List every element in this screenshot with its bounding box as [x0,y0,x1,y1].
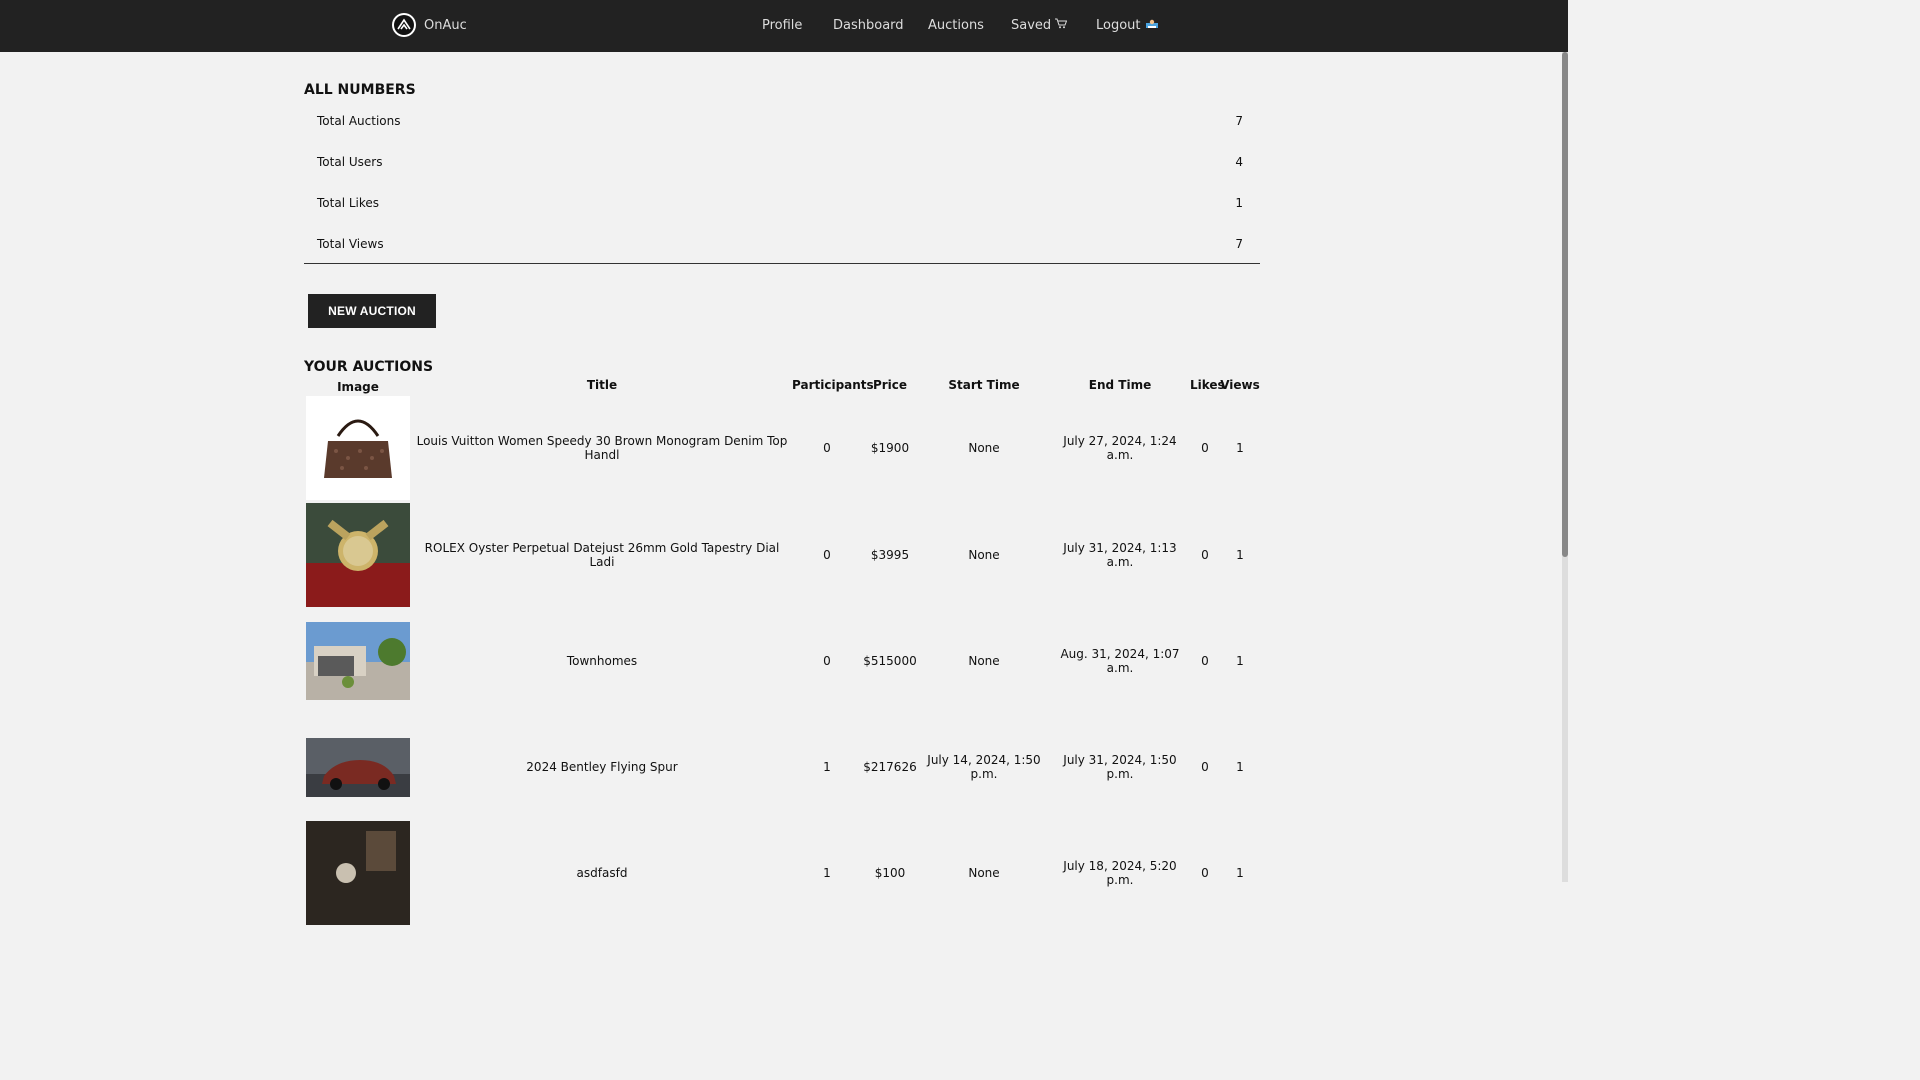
auction-end-time: July 27, 2024, 1:24 a.m. [1063,434,1177,462]
logout-icon [1145,18,1159,33]
auction-likes: 0 [1201,441,1209,455]
auction-views: 1 [1236,548,1244,562]
table-row[interactable]: 2024 Bentley Flying Spur 1 $217626 July … [304,714,1260,820]
page-scrollbar-thumb[interactable] [1562,52,1568,557]
auction-views: 1 [1236,441,1244,455]
header-participants: Participants [792,378,874,392]
auction-likes: 0 [1201,760,1209,774]
auction-price: $515000 [863,654,917,668]
auction-end-time: Aug. 31, 2024, 1:07 a.m. [1060,647,1180,675]
auctions-table: Image Title Participants Price Start Tim… [304,378,1260,926]
auction-views: 1 [1236,654,1244,668]
brand-link[interactable]: OnAuc [392,13,467,37]
auction-start-time: July 14, 2024, 1:50 p.m. [927,753,1041,781]
cart-icon [1055,18,1068,33]
auction-start-time: None [968,441,1000,455]
auction-start-time: None [968,866,1000,880]
navbar: OnAuc Profile Dashboard Auctions Saved L… [0,0,1568,52]
header-likes: Likes [1190,378,1225,392]
auction-title[interactable]: Townhomes [412,654,792,668]
nav-auctions[interactable]: Auctions [928,18,984,33]
auction-thumbnail[interactable] [306,622,410,700]
auction-views: 1 [1236,866,1244,880]
table-row[interactable]: Townhomes 0 $515000 None Aug. 31, 2024, … [304,608,1260,714]
table-row[interactable]: asdfasfd 1 $100 None July 18, 2024, 5:20… [304,820,1260,926]
auction-likes: 0 [1201,866,1209,880]
table-row[interactable]: Louis Vuitton Women Speedy 30 Brown Mono… [304,396,1260,500]
stats-list: Total Auctions 7 Total Users 4 Total Likes… [304,100,1260,264]
header-title: Title [586,378,618,392]
auction-start-time: None [968,654,1000,668]
stat-row-total-views: Total Views 7 [317,236,1243,251]
stat-row-total-auctions: Total Auctions 7 [317,113,1243,128]
new-auction-button[interactable]: NEW AUCTION [308,294,436,328]
auction-title[interactable]: ROLEX Oyster Perpetual Datejust 26mm Gol… [412,541,792,569]
nav-saved[interactable]: Saved [1011,18,1068,33]
auction-end-time: July 31, 2024, 1:13 a.m. [1063,541,1177,569]
your-auctions-title: YOUR AUCTIONS [304,359,434,375]
nav-dashboard[interactable]: Dashboard [833,18,904,33]
auction-thumbnail[interactable] [306,821,410,925]
auction-participants: 0 [823,548,831,562]
header-image: Image [337,380,379,394]
auction-likes: 0 [1201,548,1209,562]
auction-views: 1 [1236,760,1244,774]
auction-end-time: July 31, 2024, 1:50 p.m. [1063,753,1177,781]
nav-profile[interactable]: Profile [762,18,802,33]
stat-row-total-likes: Total Likes 1 [317,195,1243,210]
auction-price: $100 [874,866,906,880]
auction-thumbnail[interactable] [306,503,410,607]
header-start-time: Start Time [948,378,1020,392]
auction-price: $1900 [870,441,910,455]
auction-price: $217626 [863,760,917,774]
auction-thumbnail[interactable] [306,737,410,797]
auction-end-time: July 18, 2024, 5:20 p.m. [1063,859,1177,887]
brand-name: OnAuc [424,17,467,33]
auction-title[interactable]: asdfasfd [412,866,792,880]
auction-start-time: None [968,548,1000,562]
auction-participants: 1 [823,760,831,774]
auction-participants: 1 [823,866,831,880]
header-end-time: End Time [1088,378,1152,392]
header-views: Views [1220,378,1260,392]
auction-likes: 0 [1201,654,1209,668]
brand-logo-icon [392,13,416,37]
table-header: Image Title Participants Price Start Tim… [304,378,1260,396]
auction-title[interactable]: 2024 Bentley Flying Spur [412,760,792,774]
auction-participants: 0 [823,441,831,455]
auction-price: $3995 [870,548,910,562]
table-row[interactable]: ROLEX Oyster Perpetual Datejust 26mm Gol… [304,502,1260,608]
stat-row-total-users: Total Users 4 [317,154,1243,169]
nav-logout[interactable]: Logout [1096,18,1159,33]
header-price: Price [872,378,908,392]
auction-title[interactable]: Louis Vuitton Women Speedy 30 Brown Mono… [412,434,792,462]
auction-participants: 0 [823,654,831,668]
all-numbers-title: ALL NUMBERS [304,82,416,98]
auction-thumbnail[interactable] [306,396,410,500]
